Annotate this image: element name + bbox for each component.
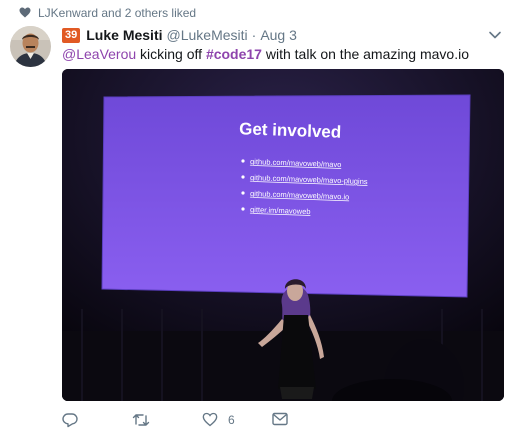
social-context: LJKenward and 2 others liked xyxy=(19,6,196,20)
tweet-text-part1: kicking off xyxy=(136,46,206,62)
retweet-icon xyxy=(132,414,150,426)
avatar[interactable] xyxy=(10,26,51,67)
heart-icon xyxy=(19,7,31,18)
author-handle[interactable]: @LukeMesiti xyxy=(167,27,248,43)
tweet-photo[interactable]: Get involved github.com/mavoweb/mavo git… xyxy=(62,69,504,401)
avatar-image xyxy=(10,26,51,67)
tweet-header: 39 Luke Mesiti @LukeMesiti · Aug 3 xyxy=(62,26,502,44)
badge: 39 xyxy=(62,27,81,43)
like-count: 6 xyxy=(228,412,235,427)
direct-message-button[interactable] xyxy=(272,412,288,426)
slide-title: Get involved xyxy=(239,119,342,142)
separator-dot: · xyxy=(251,27,257,43)
envelope-icon xyxy=(272,412,288,426)
retweet-button[interactable] xyxy=(132,412,150,428)
chevron-down-icon[interactable] xyxy=(488,28,502,42)
reply-button[interactable] xyxy=(62,412,78,428)
author-name[interactable]: Luke Mesiti xyxy=(86,27,162,43)
hashtag-link[interactable]: #code17 xyxy=(206,46,262,62)
photo-scene: Get involved github.com/mavoweb/mavo git… xyxy=(62,69,504,401)
tweet-text-part2: with talk on the amazing mavo.io xyxy=(261,46,469,62)
heart-outline-icon xyxy=(202,412,218,427)
tweet-text: @LeaVerou kicking off #code17 with talk … xyxy=(62,45,500,63)
social-context-text[interactable]: LJKenward and 2 others liked xyxy=(38,6,196,20)
like-button[interactable]: 6 xyxy=(202,412,235,427)
tweet-actions: 6 xyxy=(62,412,322,432)
reply-icon xyxy=(62,413,78,428)
tweet-timestamp[interactable]: Aug 3 xyxy=(260,27,297,43)
mention-link[interactable]: @LeaVerou xyxy=(62,46,136,62)
